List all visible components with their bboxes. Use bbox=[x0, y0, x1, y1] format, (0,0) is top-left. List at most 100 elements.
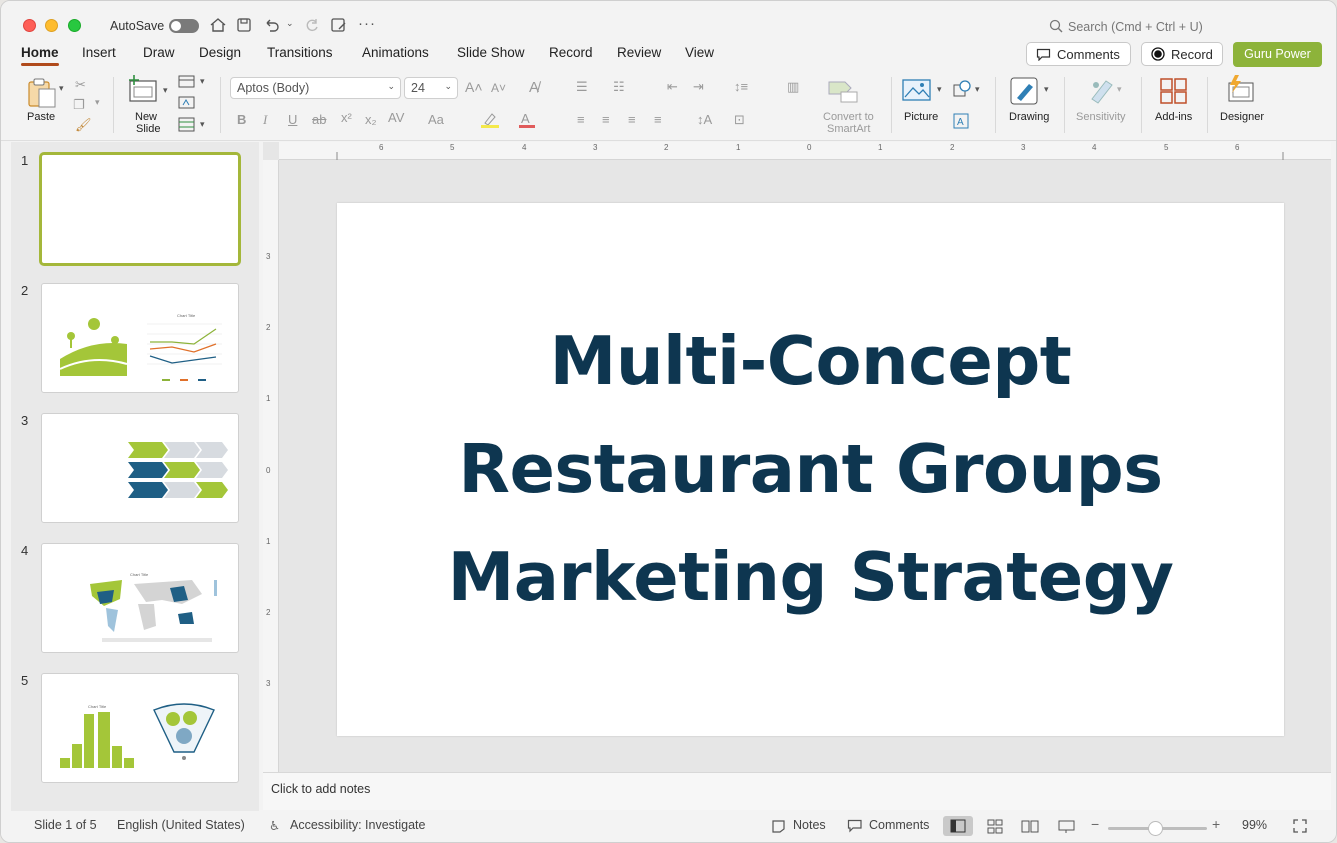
notes-button[interactable]: Notes bbox=[793, 818, 826, 832]
horizontal-ruler[interactable]: 6 5 4 3 2 1 0 1 2 3 4 5 6 bbox=[279, 142, 1331, 160]
slide-thumbnail-1[interactable] bbox=[39, 152, 241, 266]
shapes-dropdown-icon[interactable]: ▾ bbox=[975, 84, 980, 95]
add-ins-icon[interactable] bbox=[1159, 77, 1189, 105]
zoom-out-icon[interactable]: − bbox=[1091, 816, 1099, 832]
home-icon[interactable] bbox=[209, 17, 227, 33]
tab-draw[interactable]: Draw bbox=[143, 45, 175, 60]
new-slide-icon[interactable] bbox=[126, 75, 158, 103]
smartart-icon[interactable] bbox=[827, 78, 861, 104]
save-icon[interactable] bbox=[236, 17, 252, 33]
tab-record[interactable]: Record bbox=[549, 45, 593, 60]
search-input[interactable]: Search (Cmd + Ctrl + U) bbox=[1068, 20, 1203, 34]
underline-icon[interactable]: U bbox=[288, 112, 297, 127]
layout-icon[interactable] bbox=[178, 75, 196, 89]
bold-icon[interactable]: B bbox=[237, 112, 246, 127]
slide-thumbnail-5[interactable]: Chart Title bbox=[41, 673, 239, 783]
align-center-icon[interactable]: ≡ bbox=[602, 112, 610, 127]
zoom-level[interactable]: 99% bbox=[1242, 818, 1267, 832]
undo-dropdown-icon[interactable]: ⌄ bbox=[286, 18, 294, 29]
character-spacing-icon[interactable]: AV bbox=[388, 110, 404, 125]
zoom-slider[interactable] bbox=[1108, 821, 1207, 836]
normal-view-button[interactable] bbox=[943, 816, 973, 836]
font-color-icon[interactable]: A bbox=[518, 111, 536, 129]
record-button[interactable]: Record bbox=[1141, 42, 1223, 66]
notes-pane[interactable]: Click to add notes bbox=[263, 772, 1331, 810]
superscript-icon[interactable]: x² bbox=[341, 110, 352, 125]
minimize-window-button[interactable] bbox=[45, 19, 58, 32]
tab-view[interactable]: View bbox=[685, 45, 714, 60]
comments-button[interactable]: Comments bbox=[1026, 42, 1131, 66]
autosave-toggle[interactable] bbox=[169, 19, 199, 33]
sensitivity-dropdown-icon[interactable]: ▾ bbox=[1117, 84, 1122, 95]
clear-formatting-icon[interactable]: A̸ bbox=[529, 79, 539, 96]
slide-sorter-icon[interactable] bbox=[987, 819, 1003, 834]
paste-dropdown-icon[interactable]: ▾ bbox=[59, 83, 64, 94]
section-icon[interactable] bbox=[178, 117, 196, 133]
highlight-icon[interactable] bbox=[480, 111, 500, 129]
designer-icon[interactable] bbox=[1225, 75, 1257, 105]
section-dropdown-icon[interactable]: ▾ bbox=[200, 119, 205, 130]
picture-dropdown-icon[interactable]: ▾ bbox=[937, 84, 942, 95]
notes-icon[interactable] bbox=[771, 819, 787, 834]
close-window-button[interactable] bbox=[23, 19, 36, 32]
subscript-icon[interactable]: x₂ bbox=[365, 112, 377, 127]
format-painter-icon[interactable]: 🖌 bbox=[75, 117, 92, 133]
tab-insert[interactable]: Insert bbox=[82, 45, 116, 60]
slide-canvas[interactable]: Multi-Concept Restaurant Groups Marketin… bbox=[337, 203, 1284, 736]
strikethrough-icon[interactable]: ab bbox=[312, 112, 326, 127]
columns-icon[interactable]: ▥ bbox=[787, 79, 799, 95]
tab-animations[interactable]: Animations bbox=[362, 45, 429, 60]
align-left-icon[interactable]: ≡ bbox=[577, 112, 585, 127]
new-slide-dropdown-icon[interactable]: ▾ bbox=[163, 85, 168, 96]
slide-thumbnail-pane[interactable]: 1 2 Chart Title 3 4 Chart Title 5 Chart … bbox=[11, 142, 259, 812]
copy-icon[interactable]: ❐ bbox=[73, 97, 85, 113]
slide-thumbnail-3[interactable] bbox=[41, 413, 239, 523]
more-commands-icon[interactable]: ··· bbox=[358, 15, 376, 32]
fit-to-window-icon[interactable] bbox=[1292, 818, 1308, 834]
undo-icon[interactable] bbox=[263, 17, 281, 33]
sensitivity-icon[interactable] bbox=[1086, 75, 1114, 105]
tab-slide-show[interactable]: Slide Show bbox=[457, 45, 525, 60]
drawing-dropdown-icon[interactable]: ▾ bbox=[1044, 84, 1049, 95]
slide-editor[interactable]: 6 5 4 3 2 1 0 1 2 3 4 5 6 3 2 1 0 1 2 3 … bbox=[263, 142, 1331, 772]
align-right-icon[interactable]: ≡ bbox=[628, 112, 636, 127]
increase-font-icon[interactable]: A˄ bbox=[465, 79, 483, 95]
paste-icon[interactable] bbox=[25, 77, 59, 109]
slide-thumbnail-4[interactable]: Chart Title bbox=[41, 543, 239, 653]
line-spacing-icon[interactable]: ↕≡ bbox=[734, 79, 748, 94]
vertical-ruler[interactable]: 3 2 1 0 1 2 3 bbox=[263, 160, 279, 772]
italic-icon[interactable]: I bbox=[263, 112, 267, 128]
cut-icon[interactable]: ✂ bbox=[75, 77, 86, 93]
tab-home[interactable]: Home bbox=[21, 45, 59, 66]
decrease-font-icon[interactable]: A˅ bbox=[491, 81, 506, 95]
reset-icon[interactable] bbox=[178, 96, 196, 110]
text-box-icon[interactable]: A bbox=[952, 112, 970, 130]
increase-indent-icon[interactable]: ⇥ bbox=[693, 79, 704, 95]
font-size-select[interactable]: 24 ⌄ bbox=[404, 77, 458, 99]
align-text-icon[interactable]: ⊡ bbox=[734, 112, 745, 128]
notes-placeholder[interactable]: Click to add notes bbox=[271, 782, 370, 796]
zoom-in-icon[interactable]: + bbox=[1212, 816, 1220, 832]
slide-title[interactable]: Multi-Concept Restaurant Groups Marketin… bbox=[337, 307, 1284, 631]
language-status[interactable]: English (United States) bbox=[117, 818, 245, 832]
decrease-indent-icon[interactable]: ⇤ bbox=[667, 79, 678, 95]
slide-thumbnail-2[interactable]: Chart Title bbox=[41, 283, 239, 393]
bullets-icon[interactable]: ☰ bbox=[576, 79, 588, 95]
zoom-window-button[interactable] bbox=[68, 19, 81, 32]
change-case-icon[interactable]: Aa bbox=[428, 112, 444, 127]
copy-dropdown-icon[interactable]: ▾ bbox=[95, 97, 100, 108]
save-as-icon[interactable] bbox=[330, 17, 348, 33]
slide-show-icon[interactable] bbox=[1058, 819, 1076, 834]
redo-icon[interactable] bbox=[304, 17, 320, 33]
shapes-icon[interactable] bbox=[952, 79, 974, 99]
text-direction-icon[interactable]: ↕A bbox=[697, 112, 712, 127]
tab-design[interactable]: Design bbox=[199, 45, 241, 60]
comments-status-button[interactable]: Comments bbox=[869, 818, 929, 832]
guru-power-button[interactable]: Guru Power bbox=[1233, 42, 1322, 67]
tab-review[interactable]: Review bbox=[617, 45, 661, 60]
justify-icon[interactable]: ≡ bbox=[654, 112, 662, 127]
drawing-icon[interactable] bbox=[1009, 76, 1041, 108]
layout-dropdown-icon[interactable]: ▾ bbox=[200, 76, 205, 87]
comments-status-icon[interactable] bbox=[847, 819, 863, 834]
reading-view-icon[interactable] bbox=[1021, 819, 1039, 834]
